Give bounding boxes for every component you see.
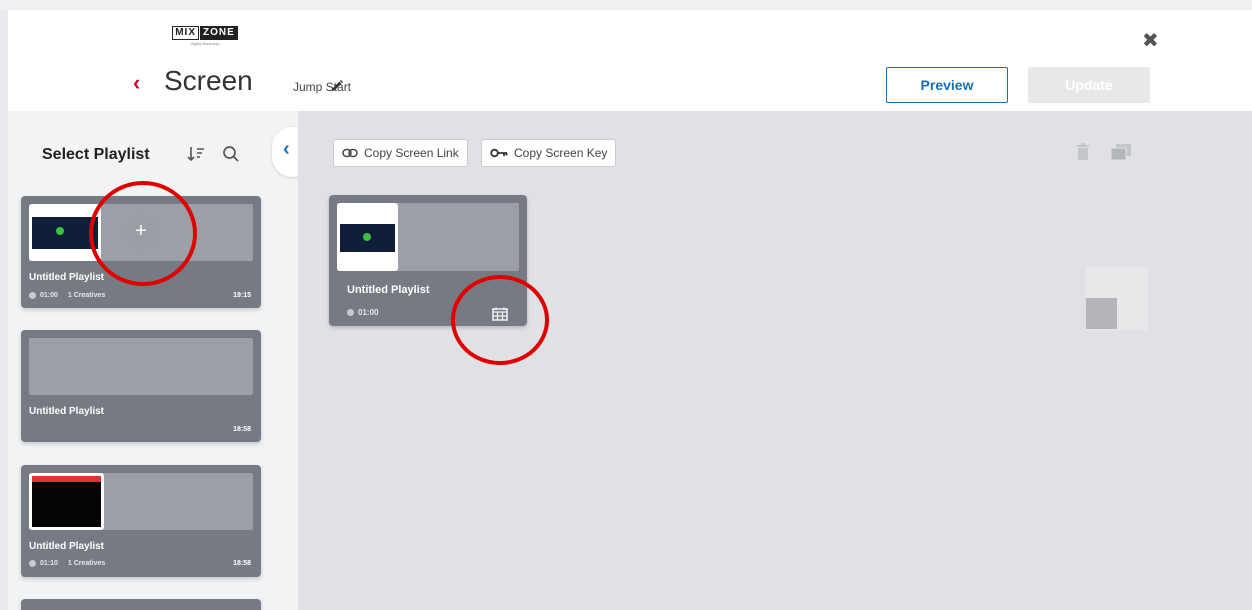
- playlist-time: 18:58: [233, 560, 251, 567]
- copy-screen-key-label: Copy Screen Key: [514, 146, 608, 160]
- creative-thumbnail[interactable]: [29, 473, 104, 530]
- key-icon: [490, 148, 508, 158]
- playlist-duration: 01:00: [40, 292, 58, 299]
- clock-icon: [29, 292, 36, 299]
- playlist-sidebar: Select Playlist + Untitled Playlist 01:0…: [8, 111, 298, 610]
- thumbnail-image: [340, 224, 395, 252]
- playlist-name: Untitled Playlist: [29, 541, 105, 552]
- chevron-left-icon: ‹: [283, 138, 290, 160]
- playlist-card[interactable]: [21, 599, 261, 610]
- back-chevron-icon[interactable]: ‹: [133, 72, 140, 94]
- thumbnail-image: [32, 217, 98, 249]
- playlist-meta: 01:00 1 Creatives: [29, 292, 105, 299]
- playlist-creatives: 1 Creatives: [67, 560, 106, 567]
- clock-icon: [347, 309, 354, 316]
- trash-icon[interactable]: [1075, 143, 1091, 161]
- search-icon[interactable]: [222, 145, 240, 163]
- clock-icon: [29, 560, 36, 567]
- playlist-time: 18:58: [233, 426, 251, 433]
- brand-logo: MIX ZONE Digital Backdrop: [160, 26, 250, 46]
- playlist-time: 19:15: [233, 292, 251, 299]
- add-creative-button[interactable]: +: [123, 214, 159, 250]
- playlist-duration: 01:10: [40, 560, 58, 567]
- preview-button[interactable]: Preview: [886, 67, 1008, 103]
- logo-right-text: ZONE: [200, 26, 238, 40]
- playlist-meta: 01:00: [347, 308, 378, 317]
- playlist-duration: 01:00: [358, 308, 379, 317]
- copy-screen-link-label: Copy Screen Link: [364, 146, 459, 160]
- app-window: MIX ZONE Digital Backdrop ✖ ‹ Screen Jum…: [0, 0, 1252, 610]
- top-strip: [0, 0, 1252, 10]
- pencil-icon[interactable]: [330, 79, 344, 93]
- link-icon: [342, 148, 358, 158]
- logo-left-text: MIX: [172, 26, 199, 40]
- header: MIX ZONE Digital Backdrop ✖ ‹ Screen Jum…: [8, 10, 1252, 111]
- thumbnail-strip: [29, 338, 253, 395]
- thumbnail-logo: [56, 227, 64, 235]
- logo-tagline: Digital Backdrop: [190, 41, 220, 46]
- playlist-name: Untitled Playlist: [347, 284, 430, 296]
- copy-screen-key-button[interactable]: Copy Screen Key: [481, 139, 617, 167]
- playlist-card[interactable]: + Untitled Playlist 01:00 1 Creatives 19…: [21, 196, 261, 308]
- creative-thumbnail[interactable]: [337, 203, 398, 271]
- close-icon[interactable]: ✖: [1142, 31, 1159, 51]
- screen-content-area: [298, 111, 1252, 610]
- logo-wordmark: MIX ZONE: [172, 26, 238, 40]
- thumbnail-bar: [32, 476, 101, 482]
- sidebar-title: Select Playlist: [42, 146, 150, 163]
- playlist-name: Untitled Playlist: [29, 406, 105, 417]
- playlist-meta: 01:10 1 Creatives: [29, 560, 105, 567]
- thumbnail-image: [32, 482, 101, 527]
- calendar-icon[interactable]: [492, 307, 508, 321]
- update-button[interactable]: Update: [1028, 67, 1150, 103]
- page-title: Screen: [164, 65, 253, 96]
- copy-screen-link-button[interactable]: Copy Screen Link: [333, 139, 468, 167]
- thumbnail-logo: [363, 233, 371, 241]
- placeholder-block-small: [1086, 298, 1117, 329]
- playlist-card[interactable]: Untitled Playlist 18:58: [21, 330, 261, 442]
- playlist-name: Untitled Playlist: [29, 272, 105, 283]
- creative-thumbnail[interactable]: [29, 204, 101, 261]
- layers-icon[interactable]: [1110, 143, 1132, 161]
- playlist-creatives: 1 Creatives: [67, 292, 106, 299]
- sort-icon[interactable]: [186, 145, 206, 163]
- playlist-card[interactable]: Untitled Playlist 01:10 1 Creatives 18:5…: [21, 465, 261, 577]
